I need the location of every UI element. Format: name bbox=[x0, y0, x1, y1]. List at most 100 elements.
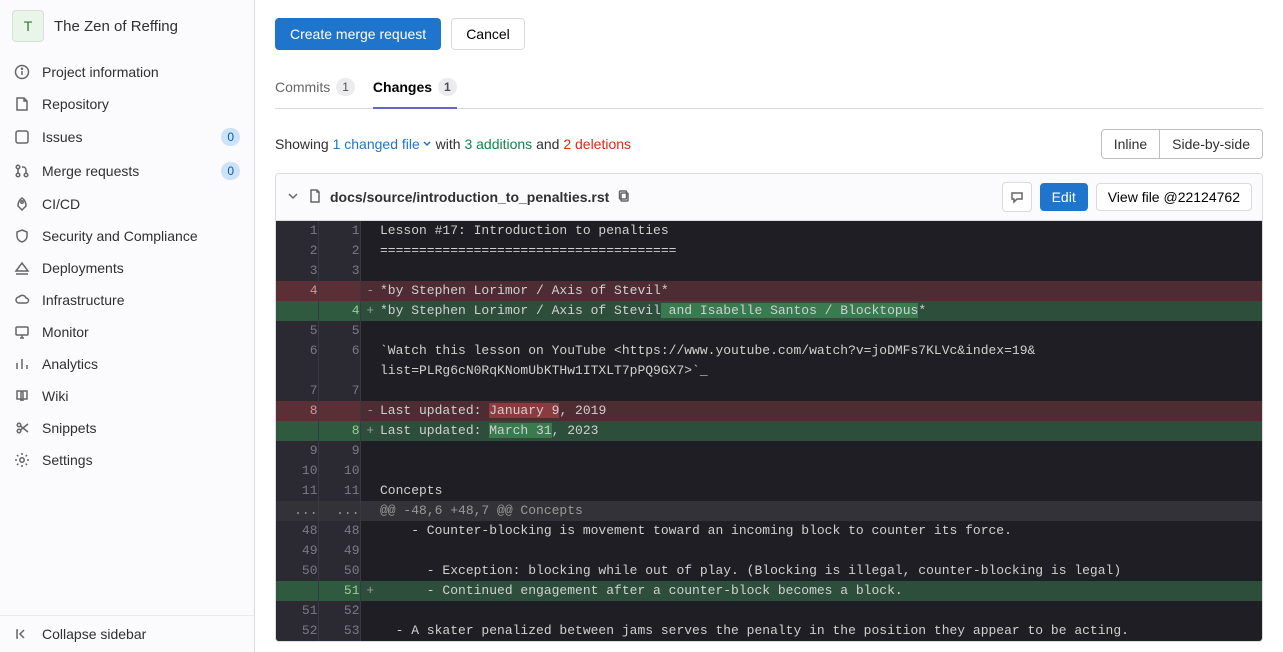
rocket-icon bbox=[14, 196, 30, 212]
diff-code: *by Stephen Lorimor / Axis of Stevil and… bbox=[380, 301, 1262, 321]
line-number-new[interactable]: 6 bbox=[318, 341, 360, 361]
diff-row: 5152 bbox=[276, 601, 1262, 621]
line-number-new[interactable]: 3 bbox=[318, 261, 360, 281]
line-number-old[interactable]: 9 bbox=[276, 441, 318, 461]
diff-code: @@ -48,6 +48,7 @@ Concepts bbox=[380, 501, 1262, 521]
diff-sign bbox=[360, 621, 380, 641]
sidebar-item-infrastructure[interactable]: Infrastructure bbox=[0, 284, 254, 316]
diff-row: 1111 Concepts bbox=[276, 481, 1262, 501]
comment-button[interactable] bbox=[1002, 182, 1032, 212]
diff-sign: + bbox=[360, 581, 380, 601]
line-number-old[interactable]: 2 bbox=[276, 241, 318, 261]
tab-changes[interactable]: Changes 1 bbox=[373, 68, 457, 108]
collapse-sidebar-button[interactable]: Collapse sidebar bbox=[0, 615, 254, 652]
line-number-old[interactable] bbox=[276, 301, 318, 321]
line-number-new[interactable]: 5 bbox=[318, 321, 360, 341]
file-title: docs/source/introduction_to_penalties.rs… bbox=[286, 189, 631, 206]
chevron-down-icon[interactable] bbox=[422, 136, 432, 152]
line-number-new[interactable] bbox=[318, 361, 360, 381]
line-number-new[interactable] bbox=[318, 401, 360, 421]
line-number-new[interactable]: 48 bbox=[318, 521, 360, 541]
line-number-new[interactable]: 2 bbox=[318, 241, 360, 261]
line-number-new[interactable]: 52 bbox=[318, 601, 360, 621]
sidebar-item-label: Deployments bbox=[42, 260, 240, 276]
sidebar-item-label: Monitor bbox=[42, 324, 240, 340]
sidebar-item-security[interactable]: Security and Compliance bbox=[0, 220, 254, 252]
tab-commits[interactable]: Commits 1 bbox=[275, 68, 355, 108]
line-number-old[interactable] bbox=[276, 361, 318, 381]
line-number-new[interactable]: 9 bbox=[318, 441, 360, 461]
sidebar-item-snippets[interactable]: Snippets bbox=[0, 412, 254, 444]
line-number-new[interactable]: 1 bbox=[318, 221, 360, 241]
line-number-old[interactable]: 49 bbox=[276, 541, 318, 561]
sidebar-item-wiki[interactable]: Wiki bbox=[0, 380, 254, 412]
sidebar-item-monitor[interactable]: Monitor bbox=[0, 316, 254, 348]
line-number-old[interactable]: 50 bbox=[276, 561, 318, 581]
view-file-button[interactable]: View file @22124762 bbox=[1096, 183, 1252, 211]
diff-sign bbox=[360, 381, 380, 401]
file-header: docs/source/introduction_to_penalties.rs… bbox=[276, 174, 1262, 221]
diff-sign bbox=[360, 601, 380, 621]
sidebar-item-project-info[interactable]: Project information bbox=[0, 56, 254, 88]
line-number-old[interactable]: 10 bbox=[276, 461, 318, 481]
sidebar-item-settings[interactable]: Settings bbox=[0, 444, 254, 476]
tabs: Commits 1 Changes 1 bbox=[275, 68, 1263, 109]
sidebar-item-issues[interactable]: Issues 0 bbox=[0, 120, 254, 154]
diff-row: 22 =====================================… bbox=[276, 241, 1262, 261]
sidebar-item-merge-requests[interactable]: Merge requests 0 bbox=[0, 154, 254, 188]
line-number-new[interactable]: 53 bbox=[318, 621, 360, 641]
line-number-old[interactable] bbox=[276, 421, 318, 441]
line-number-old[interactable]: ... bbox=[276, 501, 318, 521]
line-number-new[interactable]: 10 bbox=[318, 461, 360, 481]
line-number-old[interactable]: 1 bbox=[276, 221, 318, 241]
sidebar-item-label: Settings bbox=[42, 452, 240, 468]
line-number-new[interactable]: 4 bbox=[318, 301, 360, 321]
diff-code bbox=[380, 321, 1262, 341]
project-header[interactable]: T The Zen of Reffing bbox=[0, 0, 254, 52]
copy-path-button[interactable] bbox=[617, 189, 631, 206]
changed-files-link[interactable]: 1 changed file bbox=[333, 136, 420, 152]
line-number-old[interactable]: 51 bbox=[276, 601, 318, 621]
chart-icon bbox=[14, 356, 30, 372]
line-number-new[interactable]: 8 bbox=[318, 421, 360, 441]
create-merge-request-button[interactable]: Create merge request bbox=[275, 18, 441, 50]
line-number-new[interactable]: 11 bbox=[318, 481, 360, 501]
view-sbs-button[interactable]: Side-by-side bbox=[1160, 129, 1263, 159]
line-number-old[interactable]: 11 bbox=[276, 481, 318, 501]
line-number-old[interactable]: 52 bbox=[276, 621, 318, 641]
sidebar-nav: Project information Repository Issues 0 … bbox=[0, 52, 254, 615]
collapse-icon bbox=[14, 626, 30, 642]
deletions-text: 2 deletions bbox=[563, 136, 631, 152]
line-number-old[interactable]: 48 bbox=[276, 521, 318, 541]
sidebar-item-repository[interactable]: Repository bbox=[0, 88, 254, 120]
line-number-new[interactable] bbox=[318, 281, 360, 301]
collapse-file-toggle[interactable] bbox=[286, 189, 300, 206]
edit-button[interactable]: Edit bbox=[1040, 183, 1088, 211]
diff-sign bbox=[360, 541, 380, 561]
sidebar-item-cicd[interactable]: CI/CD bbox=[0, 188, 254, 220]
line-number-old[interactable]: 6 bbox=[276, 341, 318, 361]
sidebar-item-analytics[interactable]: Analytics bbox=[0, 348, 254, 380]
diff-table: 11 Lesson #17: Introduction to penalties… bbox=[276, 221, 1262, 641]
tab-label: Commits bbox=[275, 79, 330, 95]
line-number-new[interactable]: 49 bbox=[318, 541, 360, 561]
additions-text: 3 additions bbox=[464, 136, 532, 152]
main-content: Create merge request Cancel Commits 1 Ch… bbox=[255, 0, 1283, 652]
sidebar-item-deployments[interactable]: Deployments bbox=[0, 252, 254, 284]
line-number-old[interactable]: 5 bbox=[276, 321, 318, 341]
line-number-new[interactable]: 51 bbox=[318, 581, 360, 601]
diff-sign: - bbox=[360, 281, 380, 301]
mr-count-badge: 0 bbox=[221, 162, 240, 180]
diff-row: 33 bbox=[276, 261, 1262, 281]
line-number-old[interactable]: 8 bbox=[276, 401, 318, 421]
line-number-new[interactable]: 50 bbox=[318, 561, 360, 581]
line-number-old[interactable]: 7 bbox=[276, 381, 318, 401]
line-number-new[interactable]: 7 bbox=[318, 381, 360, 401]
line-number-new[interactable]: ... bbox=[318, 501, 360, 521]
line-number-old[interactable]: 3 bbox=[276, 261, 318, 281]
line-number-old[interactable] bbox=[276, 581, 318, 601]
diff-sign bbox=[360, 501, 380, 521]
cancel-button[interactable]: Cancel bbox=[451, 18, 525, 50]
line-number-old[interactable]: 4 bbox=[276, 281, 318, 301]
view-inline-button[interactable]: Inline bbox=[1101, 129, 1160, 159]
